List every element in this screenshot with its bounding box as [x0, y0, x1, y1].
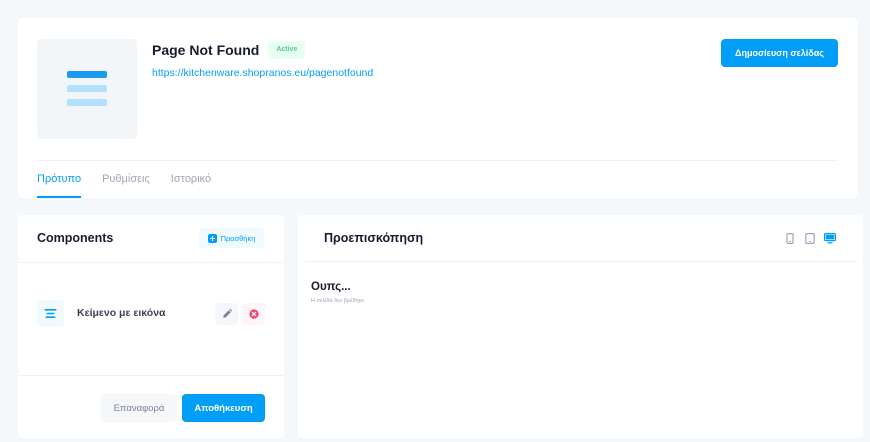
page-title-row: Page Not Found Active: [152, 40, 306, 60]
save-button[interactable]: Αποθήκευση: [182, 394, 265, 422]
tab-settings[interactable]: Ρυθμίσεις: [102, 172, 150, 198]
components-header-divider: [18, 262, 284, 263]
layout-bar: [67, 85, 107, 92]
preview-title: Προεπισκόπηση: [324, 231, 424, 245]
preview-heading: Ουπς...: [311, 281, 351, 293]
components-title: Components: [37, 231, 114, 245]
device-switcher: [784, 232, 836, 244]
tablet-icon: [805, 232, 815, 244]
plus-icon: [207, 233, 217, 243]
text-align-center-icon: [44, 309, 57, 318]
publish-page-button[interactable]: Δημοσίευση σελίδας: [721, 39, 838, 67]
tab-template[interactable]: Πρότυπο: [37, 172, 82, 198]
edit-component-button[interactable]: [215, 303, 238, 325]
add-component-button[interactable]: Προσθήκη: [199, 228, 264, 248]
preview-header-divider: [305, 261, 858, 262]
components-panel: Components Προσθήκη Κείμενο με εικόνα Επ…: [18, 215, 284, 438]
page-thumbnail: [37, 39, 137, 139]
component-item-label[interactable]: Κείμενο με εικόνα: [77, 306, 166, 320]
mobile-view-button[interactable]: [784, 232, 796, 244]
reset-button[interactable]: Επαναφορά: [101, 394, 177, 422]
pencil-icon: [222, 309, 232, 318]
remove-circle-icon: [248, 309, 259, 319]
desktop-icon: [824, 232, 836, 243]
delete-component-button[interactable]: [242, 303, 265, 325]
page-title: Page Not Found: [152, 42, 260, 58]
page-layout-icon: [67, 71, 107, 106]
mobile-icon: [786, 232, 794, 244]
desktop-view-button[interactable]: [824, 232, 836, 244]
page-url-link[interactable]: https://kitchenware.shopranos.eu/pagenot…: [152, 66, 373, 80]
page-header-card: Page Not Found Active https://kitchenwar…: [18, 18, 858, 198]
component-type-badge: [37, 300, 64, 327]
components-footer-divider: [18, 375, 284, 376]
layout-bar: [67, 71, 107, 78]
page-tabs: Πρότυπο Ρυθμίσεις Ιστορικό: [37, 172, 211, 198]
tab-history[interactable]: Ιστορικό: [171, 172, 211, 198]
preview-panel: Προεπισκόπηση Ουπς... Η σελίδα δεν βρέθη…: [298, 215, 863, 438]
layout-bar: [67, 99, 107, 106]
add-component-label: Προσθήκη: [220, 233, 256, 243]
status-badge: Active: [268, 41, 306, 59]
header-divider: [37, 160, 838, 161]
tablet-view-button[interactable]: [804, 232, 816, 244]
preview-message: Η σελίδα δεν βρέθηκε: [311, 298, 364, 304]
